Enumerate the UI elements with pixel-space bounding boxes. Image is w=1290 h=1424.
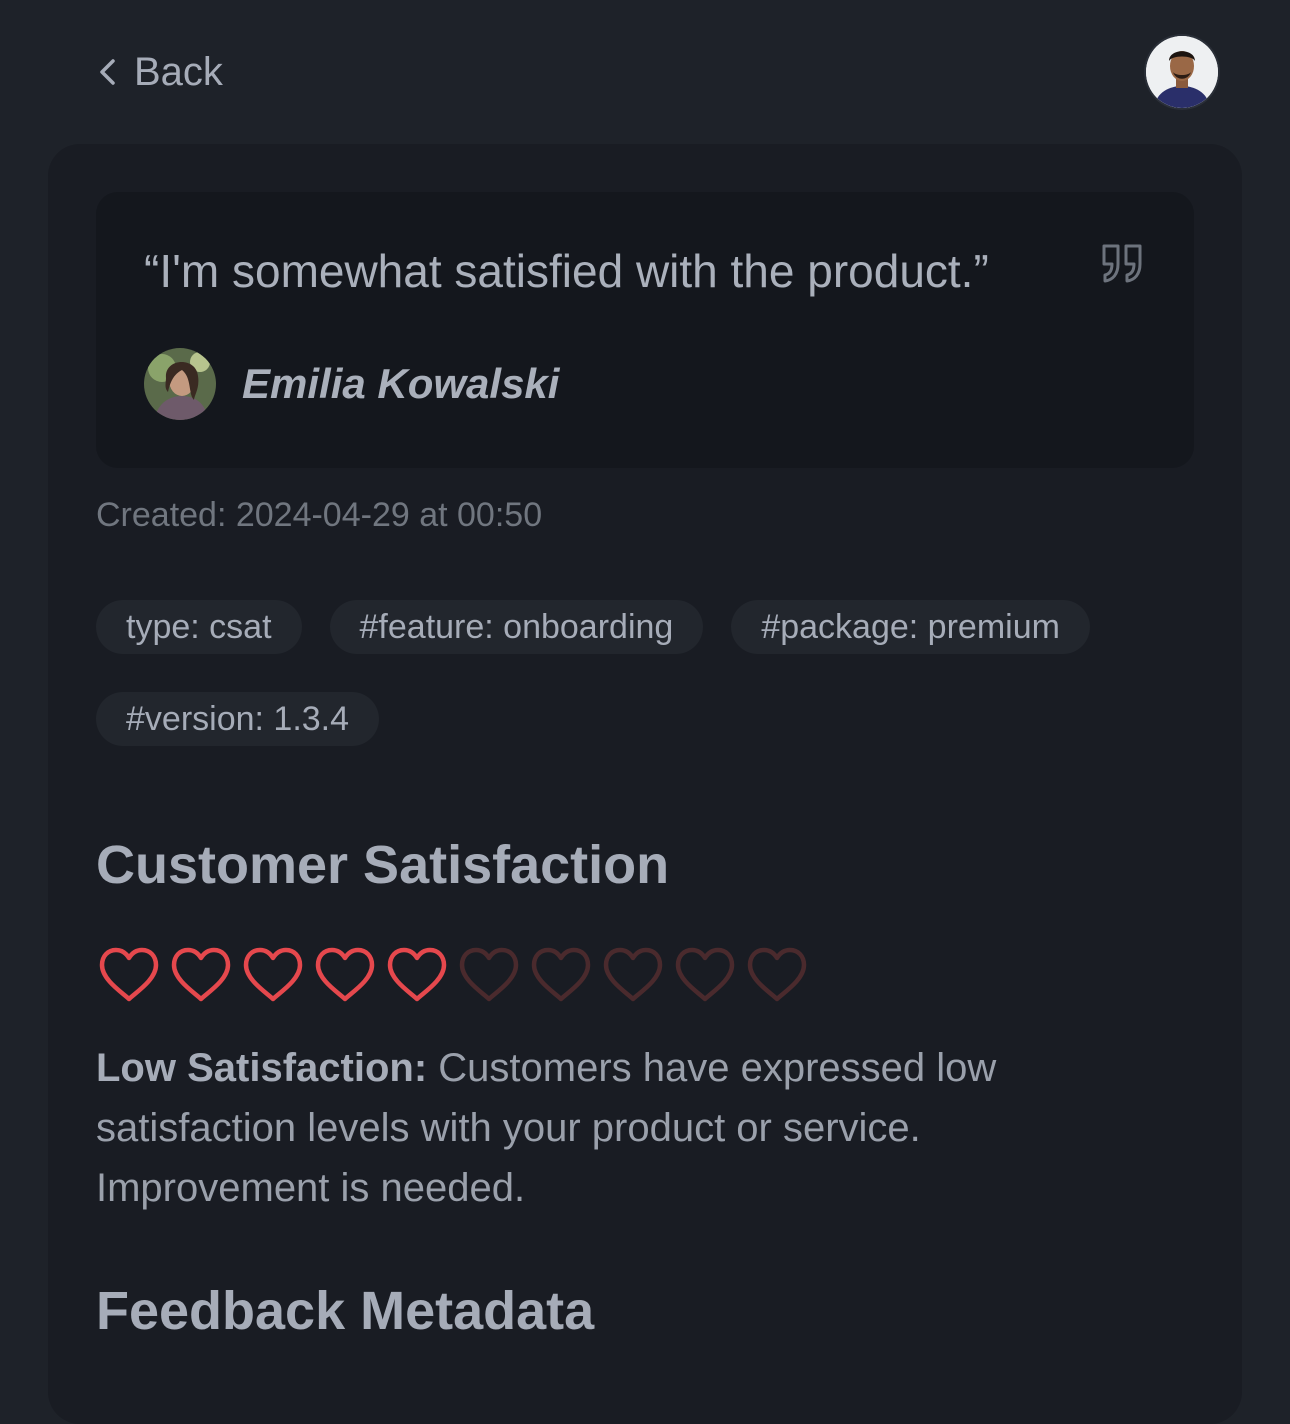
back-label: Back [134,50,223,94]
heart-icon [672,944,738,1006]
testimonial-box: “I'm somewhat satisfied with the product… [96,192,1194,468]
tag-chip: #package: premium [731,600,1090,654]
quote-text: “I'm somewhat satisfied with the product… [144,245,989,297]
user-avatar[interactable] [1146,36,1218,108]
tag-chip: #feature: onboarding [329,600,704,654]
tag-chip: type: csat [96,600,302,654]
author: Emilia Kowalski [144,348,559,420]
tag-list: type: csat #feature: onboarding #package… [96,600,1194,746]
top-bar: Back [0,0,1290,144]
heart-icon [528,944,594,1006]
heart-icon [168,944,234,1006]
satisfaction-description: Low Satisfaction: Customers have express… [96,1038,1076,1218]
tag-chip: #version: 1.3.4 [96,692,380,746]
heart-icon [312,944,378,1006]
metadata-title: Feedback Metadata [96,1281,595,1341]
author-name: Emilia Kowalski [242,360,560,407]
heart-icon [384,944,450,1006]
heart-icon [456,944,522,1006]
heart-icon [600,944,666,1006]
satisfaction-rating [96,944,810,1006]
satisfaction-title: Customer Satisfaction [96,835,670,895]
back-button[interactable]: Back [96,46,223,98]
satisfaction-level-label: Low Satisfaction: [96,1046,428,1090]
feedback-card: “I'm somewhat satisfied with the product… [48,144,1242,1424]
quote-icon [1100,242,1146,289]
heart-icon [744,944,810,1006]
heart-icon [96,944,162,1006]
heart-icon [240,944,306,1006]
author-avatar [144,348,216,420]
chevron-left-icon [100,59,115,85]
created-timestamp: Created: 2024-04-29 at 00:50 [96,496,543,534]
